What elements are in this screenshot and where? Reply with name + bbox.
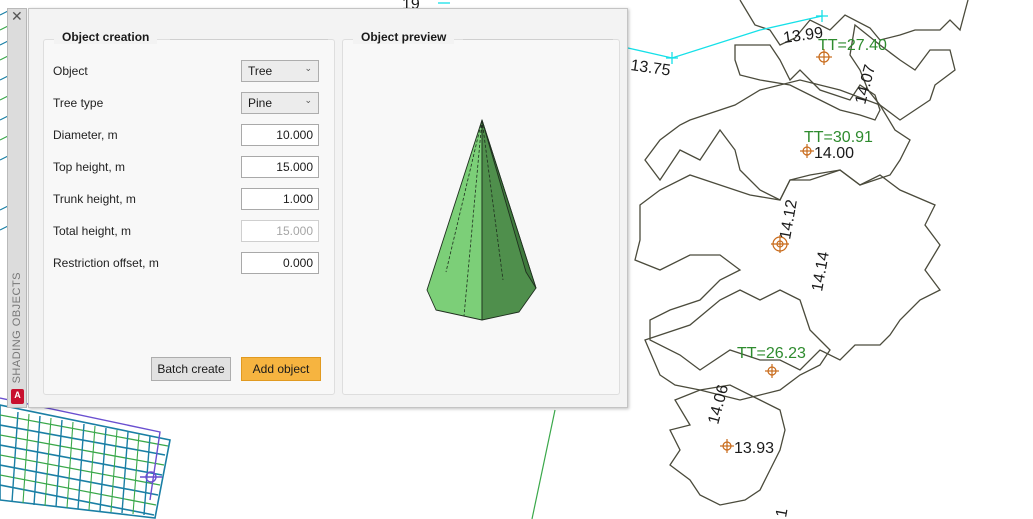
total-height-input: 15.000: [241, 220, 319, 242]
elevation-label: 13.75: [629, 57, 671, 79]
object-creation-title: Object creation: [54, 30, 158, 44]
tree-canopy-outlines: [634, 0, 969, 506]
elevation-label: 13.93: [734, 440, 774, 457]
elevation-label: 14.06: [705, 383, 732, 426]
chevron-down-icon: ⌄: [304, 95, 312, 105]
object-preview-group: Object preview: [342, 30, 620, 395]
elevation-label: 14.12: [777, 198, 801, 240]
object-select[interactable]: Tree ⌄: [241, 60, 319, 82]
restriction-offset-label: Restriction offset, m: [53, 256, 159, 270]
diameter-label: Diameter, m: [53, 128, 118, 142]
trunk-height-input[interactable]: 1.000: [241, 188, 319, 210]
trunk-height-label: Trunk height, m: [53, 192, 136, 206]
palette-side-bar[interactable]: ✕ SHADING OBJECTS A: [7, 8, 27, 408]
close-icon[interactable]: ✕: [11, 9, 23, 25]
shading-objects-panel: Object creation Object Tree ⌄ Tree type …: [28, 8, 628, 408]
batch-create-button[interactable]: Batch create: [151, 357, 231, 381]
tree-type-select-value: Pine: [248, 96, 273, 110]
green-road-line: [531, 409, 556, 519]
add-object-button[interactable]: Add object: [241, 357, 321, 381]
total-height-label: Total height, m: [53, 224, 132, 238]
chevron-down-icon: ⌄: [304, 63, 312, 73]
tree-height-label: TT=30.91: [804, 129, 873, 146]
tree-type-label: Tree type: [53, 96, 104, 110]
object-select-value: Tree: [248, 64, 273, 78]
palette-title: SHADING OBJECTS: [11, 271, 23, 383]
pine-face-left: [426, 119, 483, 321]
diameter-input[interactable]: 10.000: [241, 124, 319, 146]
elevation-label: 14.00: [814, 145, 854, 162]
object-creation-group: Object creation Object Tree ⌄ Tree type …: [43, 30, 335, 395]
group-title-divider: [170, 39, 328, 40]
tree-height-label: TT=27.40: [818, 37, 887, 54]
elevation-label: 14.14: [809, 250, 833, 292]
restriction-offset-input[interactable]: 0.000: [241, 252, 319, 274]
object-label: Object: [53, 64, 88, 78]
tree-height-label: TT=26.23: [737, 345, 806, 362]
pine-tree-preview: [426, 119, 537, 321]
top-height-input[interactable]: 15.000: [241, 156, 319, 178]
app-logo-icon: A: [11, 389, 24, 404]
pine-face-front: [481, 119, 537, 321]
elevation-label: 1: [773, 507, 791, 519]
top-height-label: Top height, m: [53, 160, 126, 174]
tree-type-select[interactable]: Pine ⌄: [241, 92, 319, 114]
